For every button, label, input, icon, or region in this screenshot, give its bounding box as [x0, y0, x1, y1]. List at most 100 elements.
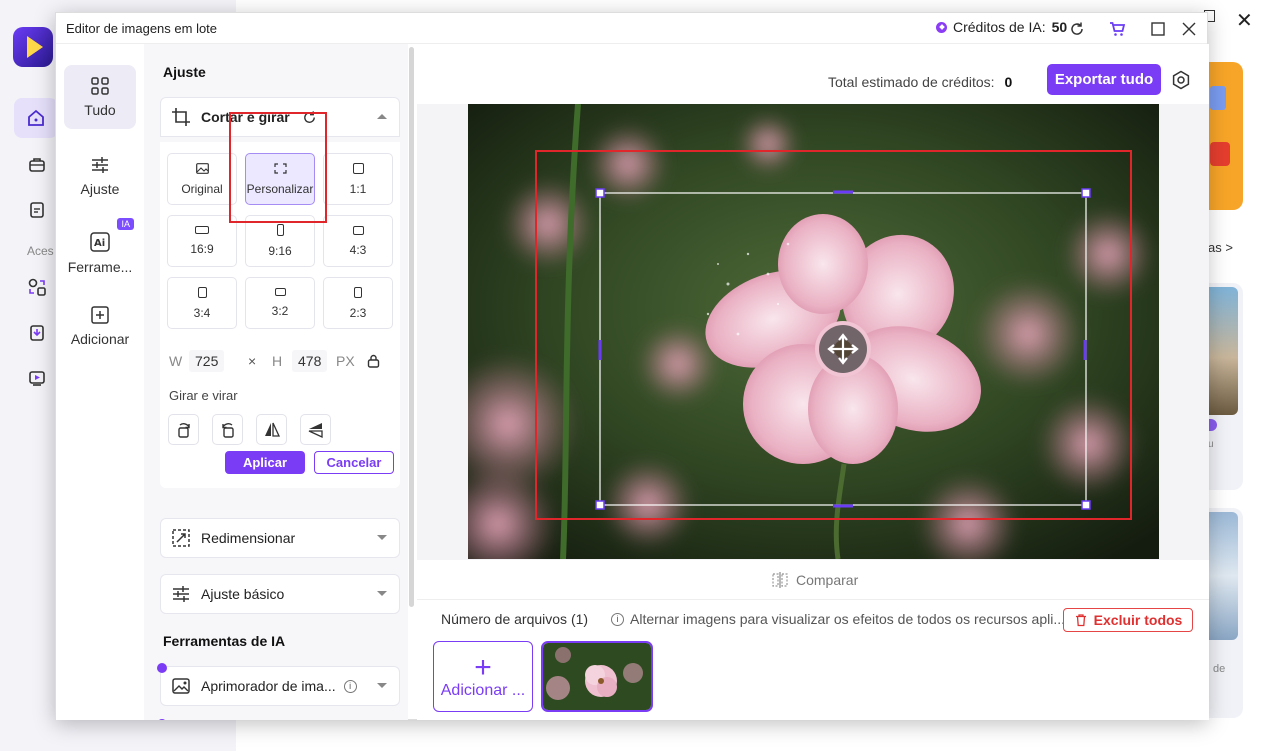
ratio-label: Original	[181, 181, 223, 196]
credits-label: Créditos de IA:	[953, 19, 1046, 35]
section-title-ajuste: Ajuste	[163, 64, 206, 80]
host-close-icon[interactable]: ✕	[1236, 8, 1253, 33]
highlight-box	[535, 150, 1132, 520]
tool-nav: Tudo Ajuste Ai IA Ferrame... Adicionar	[56, 44, 144, 720]
rotate-right-icon[interactable]	[168, 414, 199, 445]
width-value[interactable]: 725	[189, 350, 225, 372]
template-card[interactable]: de	[1207, 508, 1243, 718]
ratio-label: 1:1	[349, 181, 367, 196]
ratio-4-3-icon	[352, 225, 364, 235]
nav-label: Adicionar	[70, 331, 130, 347]
width-label: W	[169, 353, 183, 369]
grid-icon	[91, 77, 109, 95]
enhancer-header[interactable]: Aprimorador de ima... i	[157, 663, 400, 706]
refresh-icon[interactable]	[1066, 18, 1088, 40]
ratio-16-9[interactable]: 16:9	[167, 215, 237, 267]
panel-scrollbar[interactable]	[409, 47, 414, 607]
ai-badge-icon	[157, 663, 167, 673]
document-icon[interactable]	[22, 195, 52, 225]
template-card[interactable]: u	[1207, 283, 1243, 490]
enhancer-label: Aprimorador de ima...	[201, 678, 336, 694]
title-bar: Editor de imagens em lote Créditos de IA…	[56, 13, 1207, 44]
add-label: Adicionar ...	[440, 681, 526, 699]
ratio-label: 4:3	[349, 242, 367, 257]
ratio-original[interactable]: Original	[167, 153, 237, 205]
hint-text: i Alternar imagens para visualizar os ef…	[611, 611, 1065, 627]
sliders-icon	[171, 584, 191, 604]
add-images-button[interactable]: + Adicionar ...	[433, 641, 533, 712]
image-enhance-icon	[171, 676, 191, 696]
trash-icon	[1075, 614, 1086, 627]
ratio-4-3[interactable]: 4:3	[323, 215, 393, 267]
files-count: Número de arquivos (1)	[441, 611, 589, 627]
dimension-separator: ×	[248, 353, 257, 369]
apply-button[interactable]: Aplicar	[225, 451, 305, 474]
divider	[417, 599, 1209, 600]
section-title-ai-tools: Ferramentas de IA	[163, 633, 286, 649]
ratio-label: 2:3	[349, 305, 367, 320]
ratio-2-3[interactable]: 2:3	[323, 277, 393, 329]
ratio-label: 3:2	[271, 304, 289, 318]
chevron-down-icon	[377, 683, 387, 688]
promo-banner[interactable]	[1206, 62, 1243, 210]
more-link[interactable]: as >	[1208, 240, 1233, 255]
chevron-down-icon	[377, 535, 387, 540]
cancel-button[interactable]: Cancelar	[314, 451, 394, 474]
ratio-2-3-icon	[354, 286, 362, 298]
lock-icon[interactable]	[367, 349, 380, 373]
flip-vertical-icon[interactable]	[300, 414, 331, 445]
maximize-icon[interactable]	[1147, 18, 1169, 40]
ratio-3-2-icon	[274, 288, 286, 296]
nav-item-ajuste[interactable]: Ajuste	[64, 144, 136, 208]
highlight-box	[229, 112, 327, 223]
ia-badge: IA	[117, 218, 134, 230]
total-credits-label: Total estimado de créditos:	[828, 74, 995, 90]
ai-credits: Créditos de IA: 50	[936, 19, 1067, 35]
export-all-button[interactable]: Exportar tudo	[1047, 64, 1161, 95]
basic-adjust-header[interactable]: Ajuste básico	[160, 574, 400, 614]
ratio-16-9-icon	[195, 226, 209, 234]
width-field[interactable]: W 725	[169, 349, 225, 373]
ai-tools-icon: Ai	[90, 232, 110, 252]
rotate-flip-label: Girar e virar	[169, 388, 238, 403]
nav-item-ferramentas[interactable]: Ai IA Ferrame...	[64, 218, 136, 285]
info-icon: i	[611, 612, 624, 626]
compare-button[interactable]: Comparar	[772, 572, 858, 588]
rotate-left-icon[interactable]	[212, 414, 243, 445]
ratio-label: 16:9	[190, 242, 214, 256]
ratio-1-1[interactable]: 1:1	[323, 153, 393, 205]
video-icon[interactable]	[22, 363, 52, 393]
delete-all-button[interactable]: Excluir todos	[1063, 608, 1193, 632]
nav-item-tudo[interactable]: Tudo	[64, 65, 136, 129]
ratio-label: 3:4	[193, 305, 211, 320]
ratio-3-4[interactable]: 3:4	[167, 277, 237, 329]
resize-header[interactable]: Redimensionar	[160, 518, 400, 558]
chevron-up-icon	[377, 114, 387, 119]
download-icon[interactable]	[22, 318, 52, 348]
flip-horizontal-icon[interactable]	[256, 414, 287, 445]
close-icon[interactable]	[1178, 18, 1200, 40]
convert-icon[interactable]	[22, 272, 52, 302]
cart-icon[interactable]	[1106, 18, 1128, 40]
toolbox-icon[interactable]	[22, 150, 52, 180]
home-icon[interactable]	[14, 98, 58, 138]
nav-item-adicionar[interactable]: Adicionar	[64, 294, 136, 358]
svg-text:Ai: Ai	[94, 238, 105, 249]
ratio-1-1-icon	[352, 162, 364, 174]
total-credits-value: 0	[1004, 74, 1013, 90]
image-thumbnail[interactable]	[541, 641, 653, 712]
info-icon[interactable]: i	[343, 679, 357, 693]
resize-icon	[171, 528, 191, 548]
dialog-title: Editor de imagens em lote	[66, 21, 218, 36]
height-field[interactable]: H 478	[272, 349, 328, 373]
ratio-3-4-icon	[197, 286, 207, 298]
nav-label: Tudo	[84, 102, 116, 118]
sliders-icon	[92, 157, 108, 173]
card-text: de	[1213, 663, 1226, 675]
ratio-3-2[interactable]: 3:2	[245, 277, 315, 329]
settings-gear-icon[interactable]	[1171, 70, 1191, 90]
resize-label: Redimensionar	[201, 530, 296, 546]
app-logo	[13, 27, 53, 67]
height-value[interactable]: 478	[292, 350, 328, 372]
credits-icon	[936, 21, 947, 33]
